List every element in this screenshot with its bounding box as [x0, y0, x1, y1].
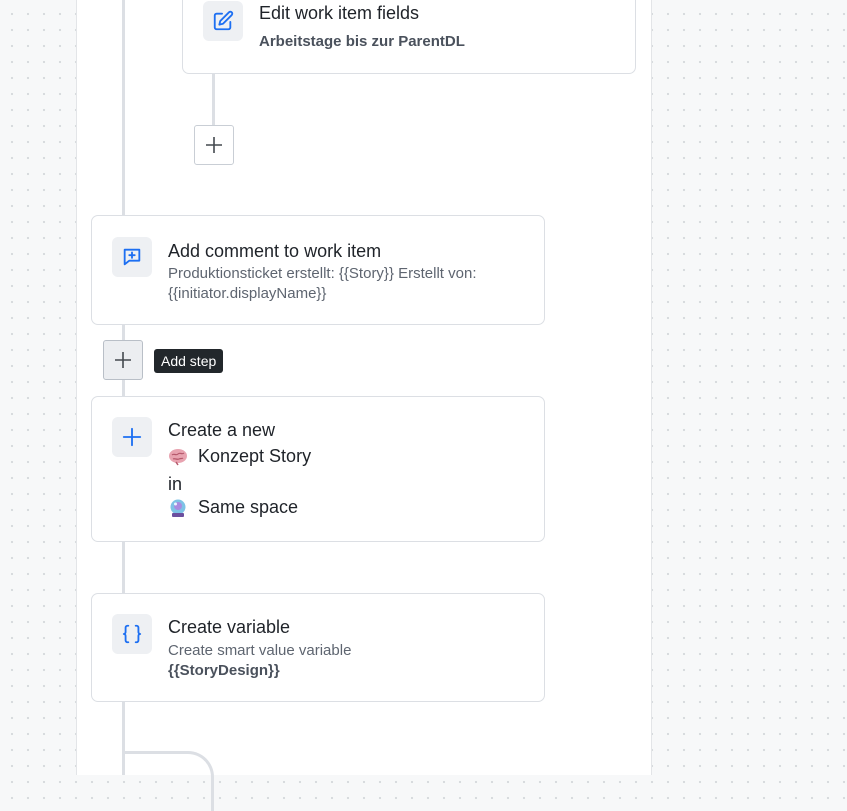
add-step-tooltip: Add step — [154, 349, 224, 373]
crystal-ball-emoji — [170, 499, 186, 517]
plus-icon — [112, 417, 152, 457]
connector-line-curve — [122, 751, 214, 811]
step-detail: Arbeitstage bis zur ParentDL — [259, 33, 465, 50]
plus-icon — [115, 352, 131, 368]
step-title: Edit work item fields — [259, 3, 420, 23]
plus-icon — [206, 137, 222, 153]
step-title: Create variable — [168, 617, 291, 637]
in-label: in — [168, 474, 183, 494]
step-title: Create a new — [168, 420, 276, 440]
space: Same space — [168, 497, 298, 518]
step-detail: Create smart value variable — [168, 642, 352, 659]
step-card-edit-fields[interactable]: Edit work item fields Arbeitstage bis zu… — [182, 0, 636, 74]
step-card-create-variable[interactable]: Create variable Create smart value varia… — [91, 593, 545, 702]
braces-icon — [112, 614, 152, 654]
step-card-add-comment[interactable]: Add comment to work item Produktionstick… — [91, 215, 545, 325]
comment-add-icon — [112, 237, 152, 277]
item-type: Konzept Story — [168, 446, 311, 467]
connector-line-main-lower — [122, 541, 125, 594]
edit-icon — [203, 1, 243, 41]
variable-name: {{StoryDesign}} — [168, 662, 280, 679]
step-title: Add comment to work item — [168, 241, 382, 261]
space-label: Same space — [198, 497, 299, 517]
step-detail-line2: {{initiator.displayName}} — [168, 285, 327, 302]
connector-line-branch — [212, 73, 215, 125]
item-type-label: Konzept Story — [198, 446, 312, 466]
step-detail-line1: Produktionsticket erstellt: {{Story}} Er… — [168, 265, 477, 282]
brain-emoji — [169, 448, 187, 465]
add-step-button[interactable] — [103, 340, 143, 380]
add-step-button[interactable] — [194, 125, 234, 165]
connector-line-main-top — [122, 0, 125, 216]
step-card-create-item[interactable]: Create a new Konzept Story in Same space — [91, 396, 545, 542]
